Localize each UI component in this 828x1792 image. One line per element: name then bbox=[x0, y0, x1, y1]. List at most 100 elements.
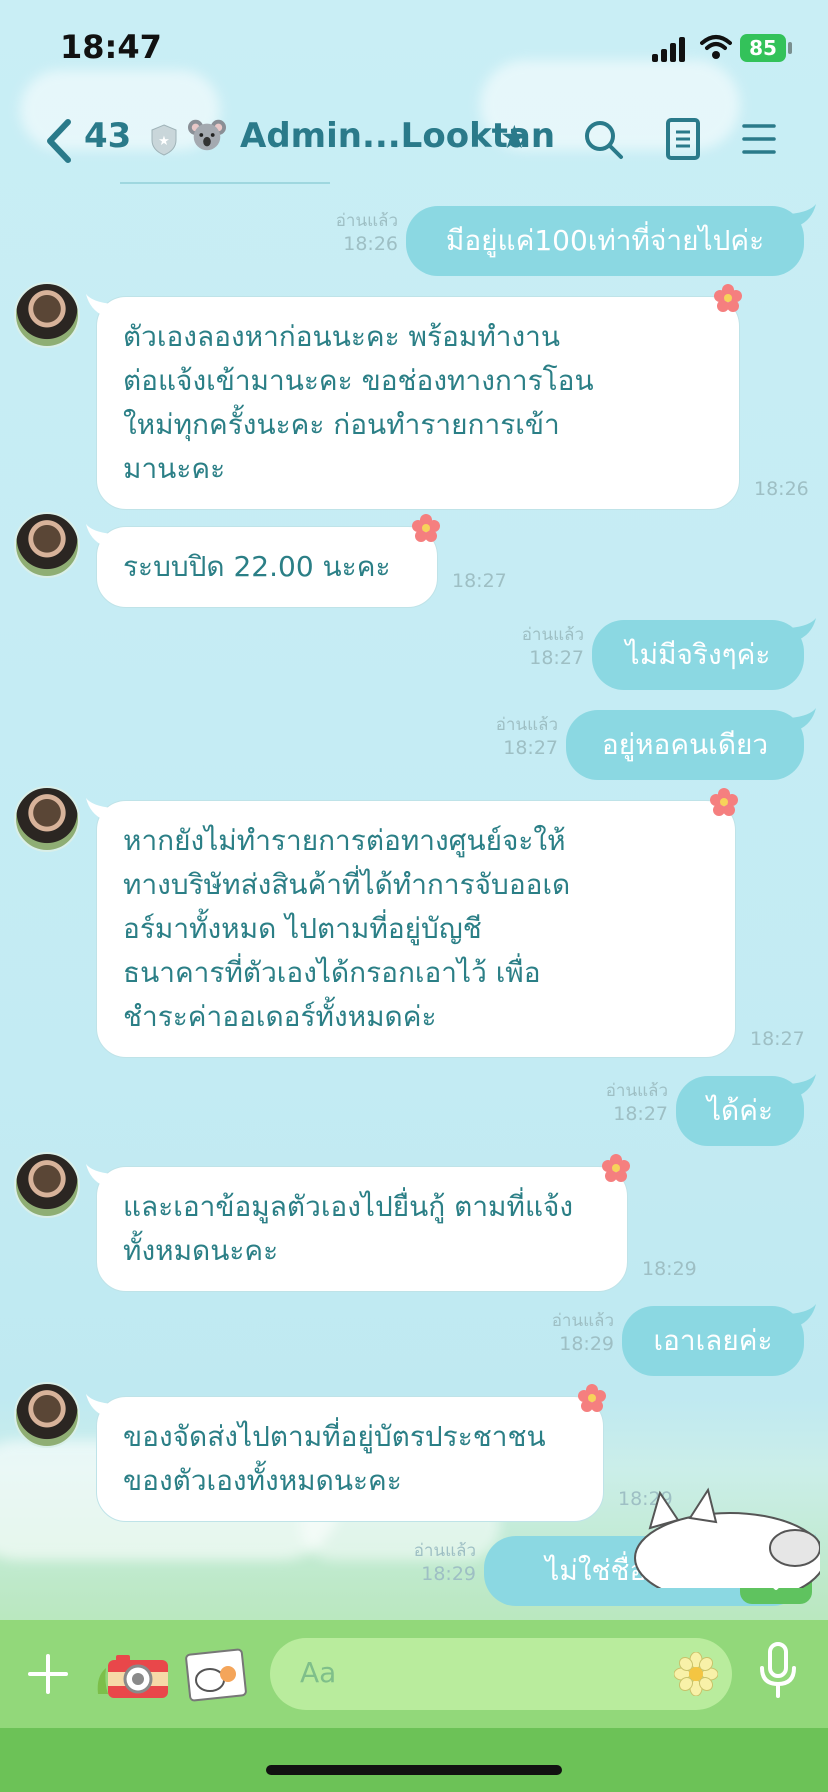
read-label: อ่านแล้ว bbox=[551, 1311, 614, 1331]
message-text: ได้ค่ะ bbox=[706, 1094, 774, 1127]
bubble-tail bbox=[790, 1074, 816, 1096]
bubble-tail bbox=[86, 524, 112, 546]
cat-sticker-decoration bbox=[634, 1487, 820, 1588]
composer-bar: Aa bbox=[0, 1620, 828, 1728]
header-divider bbox=[120, 182, 330, 184]
message-text-line: ของจัดส่งไปตามที่อยู่บัตรประชาชน bbox=[123, 1420, 546, 1453]
message-text: เอาเลยค่ะ bbox=[653, 1324, 773, 1357]
message-time: 18:26 bbox=[754, 478, 809, 500]
emoji-flower-icon[interactable] bbox=[674, 1652, 718, 1696]
search-icon[interactable] bbox=[582, 118, 624, 160]
message-text-line: ของตัวเองทั้งหมดนะคะ bbox=[123, 1464, 402, 1497]
contact-avatar[interactable] bbox=[14, 282, 80, 348]
sticker-icon[interactable] bbox=[184, 1648, 248, 1702]
contact-avatar[interactable] bbox=[14, 512, 80, 578]
message-text-line: ชำระค่าออเดอร์ทั้งหมดค่ะ bbox=[123, 1000, 437, 1033]
message-input[interactable]: Aa bbox=[270, 1638, 732, 1710]
flower-decoration-icon bbox=[714, 284, 742, 312]
bubble-tail bbox=[86, 1394, 112, 1416]
menu-icon[interactable] bbox=[742, 122, 776, 156]
microphone-icon[interactable] bbox=[758, 1642, 798, 1698]
read-label: อ่านแล้ว bbox=[521, 625, 584, 645]
flower-decoration-icon bbox=[710, 788, 738, 816]
bubble-tail bbox=[86, 1164, 112, 1186]
bubble-tail bbox=[790, 618, 816, 640]
wifi-icon bbox=[700, 35, 732, 59]
message-text-line: ระบบปิด 22.00 นะคะ bbox=[123, 550, 391, 583]
koala-icon bbox=[188, 119, 226, 151]
flower-decoration-icon bbox=[412, 514, 440, 542]
message-text-line: ทางบริษัทส่งสินค้าที่ได้ทำการจับออเด bbox=[123, 868, 571, 901]
bubble-tail bbox=[86, 798, 112, 820]
message-time: 18:26 bbox=[343, 233, 398, 255]
message-time: 18:29 bbox=[559, 1333, 614, 1355]
signal-icon bbox=[652, 36, 688, 62]
read-receipt: อ่านแล้ว 18:27 bbox=[416, 714, 558, 760]
bubble-tail bbox=[790, 1304, 816, 1326]
unread-count[interactable]: 43 bbox=[84, 116, 131, 156]
outgoing-message-bubble[interactable]: มีอยู่แค่100เท่าที่จ่ายไปค่ะ bbox=[406, 206, 804, 276]
message-time: 18:27 bbox=[529, 647, 584, 669]
incoming-message-bubble[interactable]: หากยังไม่ทำรายการต่อทางศูนย์จะให้ทางบริษ… bbox=[96, 800, 736, 1058]
battery-indicator: 85 bbox=[740, 34, 786, 62]
read-label: อ่านแล้ว bbox=[605, 1081, 668, 1101]
message-text: อยู่หอคนเดียว bbox=[601, 728, 769, 761]
svg-text:★: ★ bbox=[158, 134, 170, 149]
battery-level: 85 bbox=[749, 36, 777, 60]
outgoing-message-bubble[interactable]: ไม่มีจริงๆค่ะ bbox=[592, 620, 804, 690]
message-time: 18:29 bbox=[421, 1563, 476, 1585]
read-label: อ่านแล้ว bbox=[495, 715, 558, 735]
message-time: 18:29 bbox=[642, 1258, 697, 1280]
outgoing-message-bubble[interactable]: ได้ค่ะ bbox=[676, 1076, 804, 1146]
contact-avatar[interactable] bbox=[14, 786, 80, 852]
bubble-tail bbox=[790, 204, 816, 226]
read-receipt: อ่านแล้ว 18:26 bbox=[256, 210, 398, 256]
incoming-message-bubble[interactable]: ของจัดส่งไปตามที่อยู่บัตรประชาชนของตัวเอ… bbox=[96, 1396, 604, 1522]
shield-icon: ★ bbox=[151, 124, 177, 156]
bubble-tail bbox=[790, 708, 816, 730]
read-receipt: อ่านแล้ว 18:27 bbox=[526, 1080, 668, 1126]
message-time: 18:27 bbox=[750, 1028, 805, 1050]
message-text-line: ใหม่ทุกครั้งนะคะ ก่อนทำรายการเข้า bbox=[123, 408, 560, 441]
message-text-line: ธนาคารที่ตัวเองได้กรอกเอาไว้ เพื่อ bbox=[123, 956, 541, 989]
status-bar: 18:47 85 bbox=[0, 0, 828, 96]
incoming-message-bubble[interactable]: ตัวเองลองหาก่อนนะคะ พร้อมทำงานต่อแจ้งเข้… bbox=[96, 296, 740, 510]
message-text-line: อร์มาทั้งหมด ไปตามที่อยู่บัญชี bbox=[123, 912, 482, 945]
read-receipt: อ่านแล้ว 18:27 bbox=[442, 624, 584, 670]
status-time: 18:47 bbox=[60, 28, 162, 66]
read-label: อ่านแล้ว bbox=[413, 1541, 476, 1561]
star-icon[interactable]: ★ bbox=[500, 118, 529, 156]
message-time: 18:27 bbox=[452, 570, 507, 592]
contact-avatar[interactable] bbox=[14, 1382, 80, 1448]
message-text-line: หากยังไม่ทำรายการต่อทางศูนย์จะให้ bbox=[123, 824, 566, 857]
message-text-line: ต่อแจ้งเข้ามานะคะ ขอช่องทางการโอน bbox=[123, 364, 594, 397]
message-time: 18:27 bbox=[613, 1103, 668, 1125]
read-receipt: อ่านแล้ว 18:29 bbox=[334, 1540, 476, 1586]
contact-avatar[interactable] bbox=[14, 1152, 80, 1218]
back-chevron-icon[interactable] bbox=[44, 118, 74, 164]
message-text: มีอยู่แค่100เท่าที่จ่ายไปค่ะ bbox=[445, 224, 765, 257]
bubble-tail bbox=[86, 294, 112, 316]
plus-icon[interactable] bbox=[28, 1654, 68, 1694]
message-time: 18:27 bbox=[503, 737, 558, 759]
message-text-line: ทั้งหมดนะคะ bbox=[123, 1234, 279, 1267]
outgoing-message-bubble[interactable]: เอาเลยค่ะ bbox=[622, 1306, 804, 1376]
message-text: ไม่มีจริงๆค่ะ bbox=[625, 638, 771, 671]
message-input-placeholder: Aa bbox=[300, 1656, 337, 1689]
chat-header: 43 ★ Admin...Looktan ★ bbox=[0, 100, 828, 184]
outgoing-message-bubble[interactable]: อยู่หอคนเดียว bbox=[566, 710, 804, 780]
message-text-line: และเอาข้อมูลตัวเองไปยื่นกู้ ตามที่แจ้ง bbox=[123, 1190, 574, 1223]
battery-tip bbox=[788, 42, 792, 54]
read-receipt: อ่านแล้ว 18:29 bbox=[472, 1310, 614, 1356]
incoming-message-bubble[interactable]: ระบบปิด 22.00 นะคะ bbox=[96, 526, 438, 608]
read-label: อ่านแล้ว bbox=[335, 211, 398, 231]
home-indicator-area bbox=[0, 1728, 828, 1792]
camera-icon[interactable] bbox=[94, 1650, 172, 1702]
flower-decoration-icon bbox=[578, 1384, 606, 1412]
incoming-message-bubble[interactable]: และเอาข้อมูลตัวเองไปยื่นกู้ ตามที่แจ้งทั… bbox=[96, 1166, 628, 1292]
flower-decoration-icon bbox=[602, 1154, 630, 1182]
message-text-line: มานะคะ bbox=[123, 452, 226, 485]
message-text-line: ตัวเองลองหาก่อนนะคะ พร้อมทำงาน bbox=[123, 320, 561, 353]
home-indicator[interactable] bbox=[266, 1765, 562, 1775]
notes-icon[interactable] bbox=[666, 118, 700, 160]
